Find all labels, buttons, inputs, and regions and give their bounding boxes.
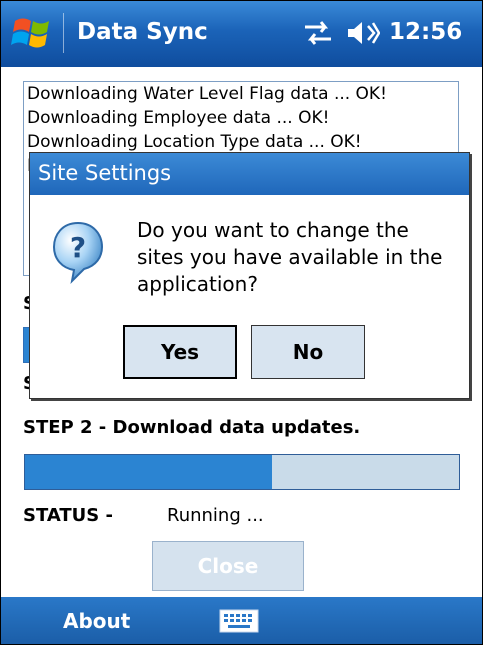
window: Data Sync 12:56 Downloading Water Level … xyxy=(0,0,483,645)
status-label: STATUS - xyxy=(23,505,113,526)
app-title: Data Sync xyxy=(77,19,208,45)
keyboard-icon[interactable] xyxy=(219,609,259,633)
title-separator xyxy=(63,13,64,53)
connectivity-icon[interactable] xyxy=(301,19,335,47)
log-line: Downloading Location Type data ... OK! xyxy=(27,132,362,152)
about-softkey[interactable]: About xyxy=(63,609,130,633)
step2-progress-bar xyxy=(24,454,460,490)
question-icon: ? xyxy=(52,221,104,284)
dialog-title: Site Settings xyxy=(38,161,172,185)
site-settings-dialog: Site Settings ? Do you want to change th… xyxy=(29,152,470,399)
log-line: Downloading Employee data ... OK! xyxy=(27,108,330,128)
progress-fill xyxy=(25,455,273,489)
log-line: Downloading Water Level Flag data ... OK… xyxy=(27,84,387,104)
clock[interactable]: 12:56 xyxy=(389,19,462,45)
svg-text:?: ? xyxy=(70,231,86,264)
dialog-message: Do you want to change the sites you have… xyxy=(137,218,443,296)
dialog-title-bar: Site Settings xyxy=(30,153,469,195)
step2-label: STEP 2 - Download data updates. xyxy=(23,417,361,438)
close-button[interactable]: Close xyxy=(152,541,304,591)
yes-button[interactable]: Yes xyxy=(123,325,237,379)
no-button[interactable]: No xyxy=(251,325,365,379)
status-value: Running ... xyxy=(167,505,264,526)
start-flag-icon[interactable] xyxy=(11,13,53,53)
volume-icon[interactable] xyxy=(346,18,380,48)
menu-bar: About xyxy=(1,597,482,644)
title-bar: Data Sync 12:56 xyxy=(1,1,482,67)
